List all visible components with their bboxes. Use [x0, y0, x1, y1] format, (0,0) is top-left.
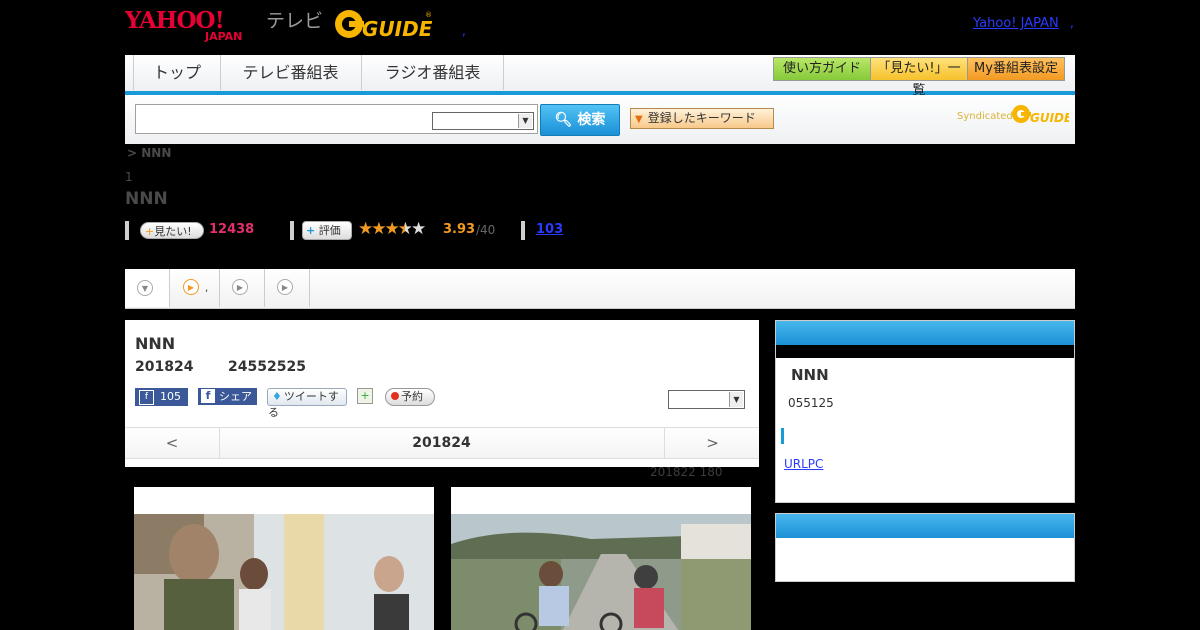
panel-band: [776, 345, 1074, 358]
tab-play-3[interactable]: ▶: [265, 269, 310, 307]
episode-time: 24552525: [228, 359, 306, 375]
episode-select[interactable]: ▼: [668, 390, 745, 409]
play-icon: ▶: [232, 279, 248, 295]
next-date-link[interactable]: >: [664, 428, 760, 458]
separator-dot: ,: [1070, 16, 1074, 30]
divider: [521, 221, 525, 240]
saved-keywords-label: 登録したキーワード: [647, 111, 756, 125]
plus-icon: +: [145, 225, 155, 238]
separator-dot: ,: [462, 24, 466, 38]
facebook-like-button[interactable]: f 105: [135, 388, 188, 406]
chevron-down-icon: ▼: [729, 392, 743, 407]
tweet-button[interactable]: ♦ ツイートする: [267, 388, 347, 419]
facebook-icon: f: [139, 390, 154, 405]
star-rating: ★★★★★: [358, 219, 426, 239]
section-marker: [781, 428, 784, 444]
program-tab-strip: ▼ ▶, ▶ ▶: [125, 269, 1075, 309]
divider: [290, 221, 294, 240]
gguide-logo[interactable]: GUIDE ®: [334, 6, 434, 42]
date-pager: < 201824 >: [125, 427, 759, 459]
search-bar: ▼ 🔍︎ 検索 ▼ 登録したキーワード Syndicated GUIDE: [125, 95, 1075, 144]
mitai-list-button[interactable]: 「見たい!」一覧: [870, 57, 968, 98]
tab-tv-schedule[interactable]: テレビ番組表: [220, 55, 362, 90]
facebook-like-count: 105: [160, 390, 181, 403]
road-photo: [451, 514, 751, 630]
triangle-down-icon: ▼: [635, 114, 643, 125]
reserve-label: 予約: [401, 390, 423, 403]
record-icon: [391, 392, 399, 400]
plus-icon: +: [306, 224, 316, 237]
separator-dot: ,: [205, 283, 209, 294]
broadcaster-panel: NNN 055125 URLPC: [775, 320, 1075, 503]
svg-text:®: ®: [425, 11, 432, 19]
twitter-bird-icon: ♦: [272, 390, 282, 403]
saved-keywords-button[interactable]: ▼ 登録したキーワード: [630, 108, 774, 129]
rate-label: 評価: [318, 224, 341, 237]
svg-text:GUIDE: GUIDE: [362, 17, 433, 41]
play-icon: ▶: [277, 279, 293, 295]
episode-photo[interactable]: [451, 487, 751, 630]
search-button-label: 検索: [577, 112, 606, 128]
prev-date-link[interactable]: <: [125, 428, 220, 458]
yahoo-japan-link[interactable]: Yahoo! JAPAN: [973, 16, 1059, 31]
broadcaster-title: NNN: [791, 366, 829, 384]
search-category-select[interactable]: ▼: [432, 112, 534, 130]
mitai-count: 12438: [209, 222, 255, 237]
review-count-link[interactable]: 103: [536, 222, 563, 237]
syndicated-label: Syndicated: [957, 111, 1013, 122]
mitai-label: 見たい!: [154, 225, 192, 238]
episode-panel: NNN 201824 24552525 f 105 f シェア ♦ ツイートする + …: [125, 320, 759, 467]
episode-date: 201824: [135, 359, 194, 375]
reserve-button[interactable]: 予約: [385, 388, 435, 406]
star-icon: ★: [410, 219, 426, 239]
star-icon: ★★★: [358, 219, 400, 239]
pc-url-link[interactable]: URLPC: [784, 457, 823, 471]
sidebar-panel: [775, 513, 1075, 582]
usage-guide-button[interactable]: 使い方ガイド: [773, 57, 871, 81]
facebook-share-button[interactable]: f シェア: [198, 388, 257, 405]
main-nav: トップ テレビ番組表 ラジオ番組表 使い方ガイド 「見たい!」一覧 My番組表設…: [125, 55, 1075, 98]
tab-play-2[interactable]: ▶: [220, 269, 265, 307]
divider: [125, 221, 129, 240]
panel-header: [776, 514, 1074, 538]
gguide-small-logo: GUIDE: [1012, 105, 1069, 125]
chevron-down-icon: ▼: [137, 280, 153, 296]
panel-header: [776, 321, 1074, 345]
rating-value: 3.93: [443, 222, 476, 237]
facebook-icon: f: [201, 389, 215, 403]
tab-radio-schedule[interactable]: ラジオ番組表: [362, 55, 504, 90]
play-icon: ▶: [183, 279, 199, 295]
episode-title: NNN: [135, 334, 176, 353]
classroom-photo: [134, 514, 434, 630]
tab-top[interactable]: トップ: [133, 55, 221, 90]
broadcaster-code: 055125: [788, 396, 834, 410]
pager-date: 201824: [412, 435, 471, 451]
rating-max: /40: [476, 223, 496, 237]
search-icon: 🔍︎: [554, 112, 573, 128]
rate-button[interactable]: + 評価: [302, 221, 352, 240]
add-calendar-icon[interactable]: +: [357, 388, 373, 404]
breadcrumb-number: 1: [125, 170, 133, 184]
update-note: 201822 180: [650, 465, 723, 479]
program-title: NNN: [125, 189, 168, 209]
tab-info[interactable]: ▼: [125, 269, 170, 307]
tab-play-1[interactable]: ▶,: [170, 269, 220, 307]
svg-text:JAPAN: JAPAN: [204, 30, 242, 42]
facebook-share-label: シェア: [219, 390, 252, 403]
chevron-down-icon: ▼: [518, 114, 532, 128]
half-star-icon: ★: [397, 219, 413, 239]
search-button[interactable]: 🔍︎ 検索: [540, 104, 620, 136]
breadcrumb[interactable]: > NNN: [127, 146, 171, 160]
svg-text:GUIDE: GUIDE: [1030, 111, 1069, 125]
tv-label: テレビ: [266, 10, 324, 32]
episode-photo[interactable]: [134, 487, 434, 630]
my-schedule-settings-button[interactable]: My番組表設定: [967, 57, 1065, 81]
yahoo-japan-logo[interactable]: YAHOO! JAPAN: [125, 6, 262, 42]
mitai-button[interactable]: +見たい!: [140, 222, 204, 239]
